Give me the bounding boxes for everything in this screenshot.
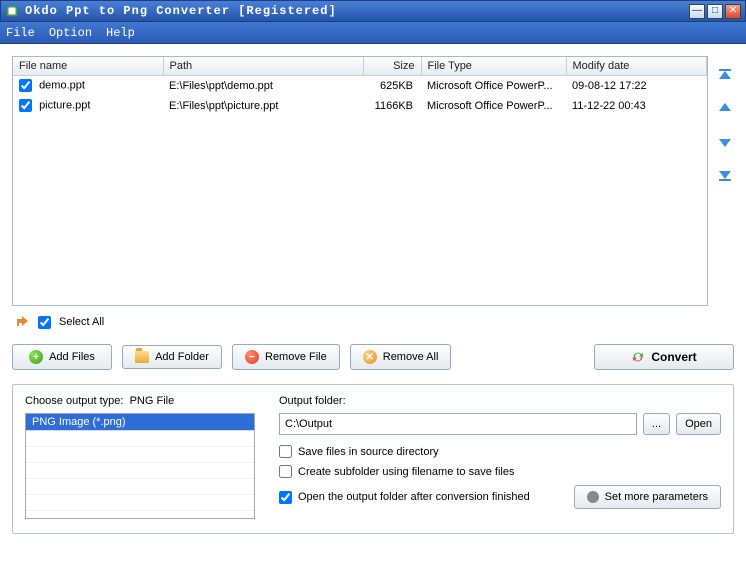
row-checkbox[interactable]	[19, 79, 32, 92]
open-after-checkbox[interactable]	[279, 491, 292, 504]
select-all-row: Select All	[12, 306, 734, 338]
add-folder-label: Add Folder	[155, 351, 209, 363]
row-checkbox[interactable]	[19, 99, 32, 112]
output-type-list[interactable]: PNG Image (*.png)	[25, 413, 255, 519]
cell-size: 625KB	[363, 76, 421, 96]
move-up-icon[interactable]	[716, 100, 734, 118]
remove-all-icon: ✕	[363, 350, 377, 364]
set-more-parameters-button[interactable]: Set more parameters	[574, 485, 721, 509]
minus-icon: −	[245, 350, 259, 364]
add-files-button[interactable]: + Add Files	[12, 344, 112, 370]
up-level-icon[interactable]	[14, 314, 30, 330]
output-folder-label: Output folder:	[279, 395, 721, 407]
reorder-buttons	[716, 56, 734, 306]
add-files-label: Add Files	[49, 351, 95, 363]
select-all-label: Select All	[59, 316, 104, 328]
convert-label: Convert	[651, 350, 696, 364]
select-all-checkbox[interactable]	[38, 316, 51, 329]
open-after-label: Open the output folder after conversion …	[298, 491, 530, 503]
maximize-button[interactable]: □	[707, 4, 723, 19]
open-folder-button[interactable]: Open	[676, 413, 721, 435]
menu-help[interactable]: Help	[106, 26, 135, 40]
main-content: File name Path Size File Type Modify dat…	[0, 44, 746, 566]
gear-icon	[587, 491, 599, 503]
cell-filetype: Microsoft Office PowerP...	[421, 96, 566, 116]
convert-button[interactable]: Convert	[594, 344, 734, 370]
save-in-source-checkbox[interactable]	[279, 445, 292, 458]
set-params-label: Set more parameters	[605, 491, 708, 503]
col-path[interactable]: Path	[163, 57, 363, 76]
cell-size: 1166KB	[363, 96, 421, 116]
cell-path: E:\Files\ppt\demo.ppt	[163, 76, 363, 96]
cell-filename: demo.ppt	[39, 79, 85, 91]
browse-button[interactable]: ...	[643, 413, 670, 435]
bottom-panel: Choose output type: PNG File PNG Image (…	[12, 384, 734, 534]
cell-modify: 11-12-22 00:43	[566, 96, 707, 116]
app-icon	[5, 4, 19, 18]
cell-filetype: Microsoft Office PowerP...	[421, 76, 566, 96]
convert-icon	[631, 350, 645, 364]
table-row[interactable]: picture.ppt E:\Files\ppt\picture.ppt1166K…	[13, 96, 707, 116]
type-list-item[interactable]: PNG Image (*.png)	[26, 414, 254, 431]
add-folder-button[interactable]: Add Folder	[122, 345, 222, 369]
col-modify[interactable]: Modify date	[566, 57, 707, 76]
cell-path: E:\Files\ppt\picture.ppt	[163, 96, 363, 116]
window-title: Okdo Ppt to Png Converter [Registered]	[25, 4, 687, 18]
move-bottom-icon[interactable]	[716, 164, 734, 182]
remove-all-button[interactable]: ✕ Remove All	[350, 344, 452, 370]
move-down-icon[interactable]	[716, 132, 734, 150]
output-type-current: PNG File	[130, 395, 175, 407]
create-subfolder-label: Create subfolder using filename to save …	[298, 466, 514, 478]
title-bar: Okdo Ppt to Png Converter [Registered] —…	[0, 0, 746, 22]
table-row[interactable]: demo.ppt E:\Files\ppt\demo.ppt625KBMicros…	[13, 76, 707, 96]
move-top-icon[interactable]	[716, 68, 734, 86]
file-list[interactable]: File name Path Size File Type Modify dat…	[12, 56, 708, 306]
remove-file-button[interactable]: − Remove File	[232, 344, 340, 370]
output-folder-input[interactable]	[279, 413, 637, 435]
minimize-button[interactable]: —	[689, 4, 705, 19]
menu-file[interactable]: File	[6, 26, 35, 40]
cell-modify: 09-08-12 17:22	[566, 76, 707, 96]
output-type-label: Choose output type:	[25, 395, 123, 407]
cell-filename: picture.ppt	[39, 99, 90, 111]
menu-bar: File Option Help	[0, 22, 746, 44]
plus-icon: +	[29, 350, 43, 364]
folder-icon	[135, 351, 149, 363]
save-in-source-label: Save files in source directory	[298, 446, 439, 458]
menu-option[interactable]: Option	[49, 26, 92, 40]
close-button[interactable]: ✕	[725, 4, 741, 19]
col-filename[interactable]: File name	[13, 57, 163, 76]
col-size[interactable]: Size	[363, 57, 421, 76]
col-filetype[interactable]: File Type	[421, 57, 566, 76]
create-subfolder-checkbox[interactable]	[279, 465, 292, 478]
remove-file-label: Remove File	[265, 351, 327, 363]
remove-all-label: Remove All	[383, 351, 439, 363]
